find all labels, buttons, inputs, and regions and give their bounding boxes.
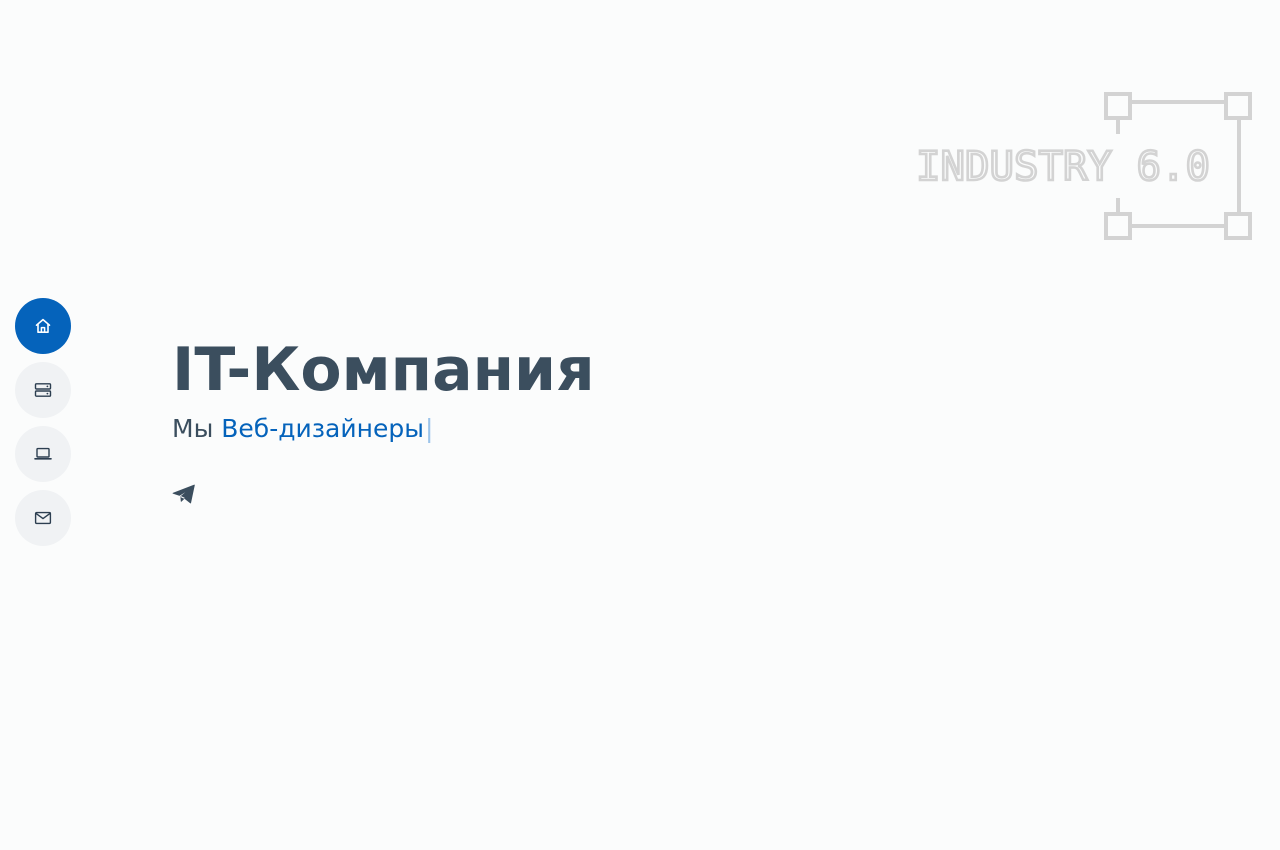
industry-logo[interactable]: INDUSTRY 6.0: [912, 88, 1258, 244]
laptop-icon: [34, 445, 52, 463]
typing-cursor: |: [424, 414, 434, 443]
telegram-icon: [172, 484, 196, 504]
home-icon: [34, 317, 52, 335]
subtitle-typed-text: Веб-дизайнеры: [221, 414, 424, 443]
subtitle-prefix: Мы: [172, 414, 214, 443]
page: INDUSTRY 6.0 IT-Компания Мы Веб-дизайнер…: [0, 0, 1280, 850]
logo-text: INDUSTRY 6.0: [916, 144, 1210, 190]
hero-subtitle: Мы Веб-дизайнеры|: [172, 412, 872, 446]
nav-services-button[interactable]: [15, 362, 71, 418]
nav-home-button[interactable]: [15, 298, 71, 354]
server-icon: [34, 381, 52, 399]
nav-contact-button[interactable]: [15, 490, 71, 546]
hero-section: IT-Компания Мы Веб-дизайнеры|: [172, 330, 872, 446]
nav-portfolio-button[interactable]: [15, 426, 71, 482]
envelope-icon: [34, 509, 52, 527]
logo-graphic: INDUSTRY 6.0: [915, 92, 1252, 240]
hero-title: IT-Компания: [172, 335, 595, 405]
telegram-link[interactable]: [172, 483, 196, 505]
side-navigation: [15, 298, 71, 546]
